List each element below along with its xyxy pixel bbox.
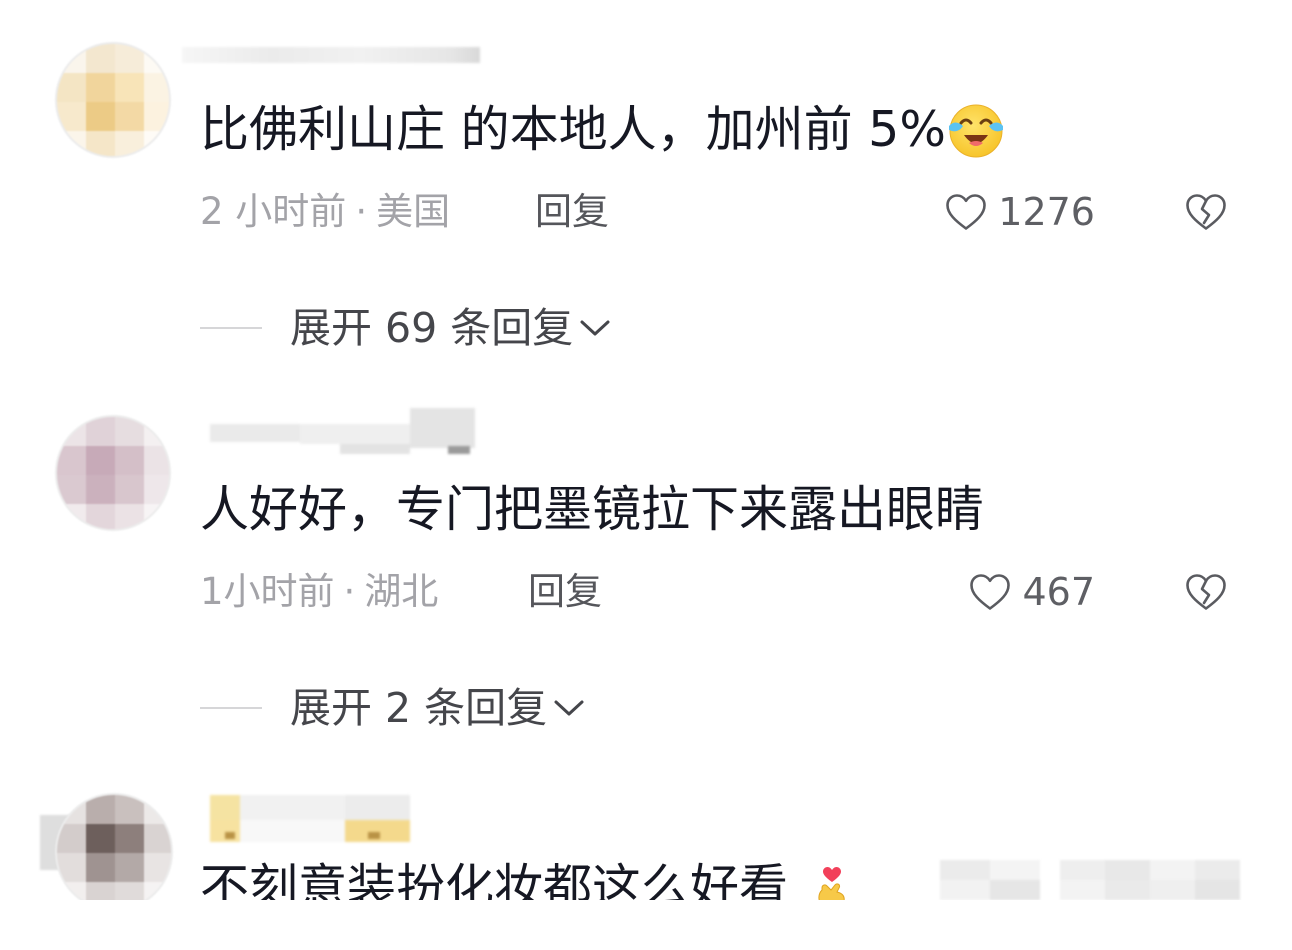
expand-replies-label: 展开 2 条回复 <box>290 684 548 732</box>
comment-text-line: 人好好，专门把墨镜拉下来露出眼睛 <box>200 480 984 540</box>
like-button[interactable]: 1276 <box>880 187 1095 237</box>
broken-heart-icon <box>1186 194 1226 230</box>
heart-outline-icon <box>946 194 987 230</box>
finger-heart-emoji-icon <box>818 866 845 900</box>
reply-button[interactable]: 回复 <box>528 567 602 617</box>
username[interactable] <box>210 795 410 842</box>
comment-meta: 1小时前 · 湖北 <box>200 567 438 617</box>
chevron-down-icon <box>554 700 584 716</box>
chevron-down-icon <box>580 320 610 336</box>
comment-text-line: 比佛利山庄 的本地人，加州前 5% <box>200 100 1006 160</box>
expand-replies-button[interactable]: 展开 2 条回复 <box>290 683 586 733</box>
blurred-region <box>1060 860 1240 900</box>
username[interactable] <box>210 408 475 465</box>
like-count: 467 <box>1022 570 1095 614</box>
avatar[interactable] <box>55 42 171 158</box>
comment-list: 比佛利山庄 的本地人，加州前 5% 2 小时前 · 美国 回复 1276 展开 … <box>0 0 1292 950</box>
expand-replies-button[interactable]: 展开 69 条回复 <box>290 303 612 353</box>
comment-time: 1小时前 <box>200 570 335 613</box>
meta-separator: · <box>355 190 368 233</box>
avatar[interactable] <box>55 415 171 531</box>
divider-line <box>200 327 262 329</box>
comment-item: 比佛利山庄 的本地人，加州前 5% 2 小时前 · 美国 回复 1276 展开 … <box>0 0 1292 380</box>
comment-text-line: 不刻意装扮化妆都这么好看 <box>200 858 848 900</box>
laugh-cry-emoji-icon <box>948 104 1003 157</box>
comment-meta: 2 小时前 · 美国 <box>200 187 450 237</box>
like-button[interactable]: 467 <box>880 567 1095 617</box>
comment-location: 湖北 <box>364 570 439 613</box>
username[interactable] <box>182 47 480 63</box>
comment-item: 人好好，专门把墨镜拉下来露出眼睛 1小时前 · 湖北 回复 467 展开 2 条回复 <box>0 380 1292 760</box>
heart-outline-icon <box>970 574 1011 610</box>
avatar[interactable] <box>55 793 173 900</box>
expand-replies-label: 展开 69 条回复 <box>290 304 574 352</box>
comment-time: 2 小时前 <box>200 190 347 233</box>
comment-text: 比佛利山庄 的本地人，加州前 5% <box>200 101 946 158</box>
comment-text: 不刻意装扮化妆都这么好看 <box>200 859 789 900</box>
reply-button[interactable]: 回复 <box>535 187 609 237</box>
comment-text: 人好好，专门把墨镜拉下来露出眼睛 <box>200 481 985 538</box>
blurred-region <box>940 860 1040 900</box>
dislike-button[interactable] <box>1184 572 1228 612</box>
broken-heart-icon <box>1186 574 1226 610</box>
like-count: 1276 <box>998 190 1095 234</box>
dislike-button[interactable] <box>1184 192 1228 232</box>
meta-separator: · <box>343 570 356 613</box>
divider-line <box>200 707 262 709</box>
comment-item: 不刻意装扮化妆都这么好看 <box>0 780 1292 900</box>
comment-location: 美国 <box>376 190 451 233</box>
